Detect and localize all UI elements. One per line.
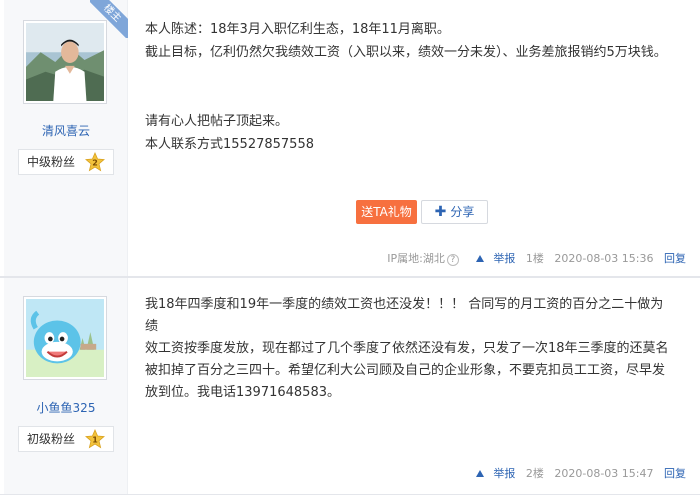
reply-link[interactable]: 回复 [664,252,686,265]
floor-number: 2楼 [525,467,544,480]
level-number: 1 [92,436,98,445]
content-line: 本人联系方式15527857558 [145,137,314,152]
floor-number: 1楼 [525,252,544,265]
post-content: 我18年四季度和19年一季度的绩效工资也还没发！！！ 合同写的月工资的百分之二十… [145,294,670,404]
post-time: 2020-08-03 15:47 [554,467,654,480]
report-link[interactable]: 举报 [469,467,515,480]
report-icon [476,470,485,477]
report-link[interactable]: 举报 [469,252,515,265]
post-meta: IP属地:湖北? 举报 1楼 2020-08-03 15:36 回复 [380,250,686,266]
ip-location: IP属地:湖北 [387,252,445,265]
op-tag: 楼主 [90,0,128,38]
author-name[interactable]: 小鱼鱼325 [4,399,128,416]
author-sidebar: 清风喜云 中级粉丝 2 [4,0,128,276]
post-content: 本人陈述：18年3月入职亿利生态，18年11月离职。 截止目标，亿利仍然欠我绩效… [145,18,670,156]
avatar[interactable] [23,296,107,380]
fan-level-label: 中级粉丝 [27,155,76,169]
content-line: 我18年四季度和19年一季度的绩效工资也还没发！！！ 合同写的月工资的百分之二十… [145,297,664,334]
content-line: 本人陈述：18年3月入职亿利生态，18年11月离职。 [145,22,450,37]
level-number: 2 [92,159,98,168]
author-sidebar: 小鱼鱼325 初级粉丝 1 [4,278,128,494]
send-gift-button[interactable]: 送TA礼物 [356,200,417,224]
post-floor-2: 小鱼鱼325 初级粉丝 1 我18年四季度和19年一季度的绩效工资也还没发！！！… [0,277,700,495]
op-tag-label: 楼主 [90,0,128,38]
fan-level-label: 初级粉丝 [27,432,76,446]
content-line: 被扣掉了百分之三四十。希望亿利大公司顾及自己的企业形象，不要克扣员工工资，尽早发 [145,363,666,378]
content-line: 截止目标，亿利仍然欠我绩效工资（入职以来，绩效一分未发）、业务差旅报销约5万块钱… [145,45,667,60]
content-line: 请有心人把帖子顶起来。 [145,114,289,129]
plus-icon: ✚ [434,204,447,220]
fan-level-badge[interactable]: 中级粉丝 2 [18,149,114,175]
share-label: 分享 [450,205,475,219]
author-name[interactable]: 清风喜云 [4,122,128,139]
report-icon [476,255,485,262]
cartoon-fish-avatar [26,299,104,377]
fan-level-badge[interactable]: 初级粉丝 1 [18,426,114,452]
share-button[interactable]: ✚ 分享 [421,200,488,224]
level-badge-icon: 2 [85,152,105,172]
post-time: 2020-08-03 15:36 [554,252,654,265]
content-line: 放到位。我电话13971648583。 [145,385,340,400]
level-badge-icon: 1 [85,429,105,449]
reply-link[interactable]: 回复 [664,467,686,480]
post-meta: 举报 2楼 2020-08-03 15:47 回复 [462,465,686,481]
content-line: 效工资按季度发放，现在都过了几个季度了依然还没有发，只发了一次18年三季度的还莫… [145,341,669,356]
post-floor-1: 清风喜云 中级粉丝 2 楼主 本人陈述：18年3月入职亿利生态，18年11月离职… [0,0,700,277]
help-icon[interactable]: ? [446,254,459,266]
